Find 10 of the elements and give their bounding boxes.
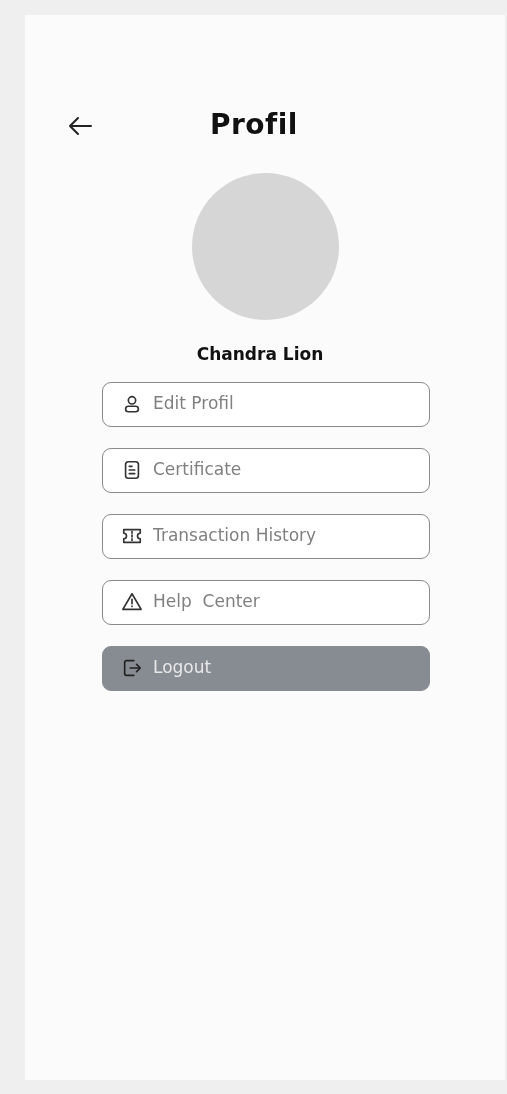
menu-item[interactable]: Certificate (102, 447, 430, 493)
menu-item[interactable]: Help Center (102, 579, 430, 625)
user-name: Chandra Lion (195, 343, 325, 366)
back-arrow-icon (67, 115, 93, 136)
page-title: Profil (210, 107, 298, 143)
logout-icon (121, 657, 143, 679)
menu-item[interactable]: Transaction History (102, 513, 430, 559)
menu-item[interactable]: Edit Profil (102, 381, 430, 427)
logout-button[interactable]: Logout (102, 645, 430, 691)
warning-icon (121, 591, 143, 613)
